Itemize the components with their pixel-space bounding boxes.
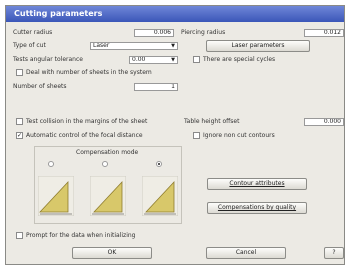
piercing-radius-label: Piercing radius (181, 29, 226, 36)
compensation-left-icon[interactable] (38, 176, 74, 216)
test-collision-label: Test collision in the margins of the she… (26, 118, 148, 125)
number-of-sheets-label: Number of sheets (13, 83, 67, 90)
compensation-center-icon[interactable] (90, 176, 126, 216)
table-height-offset-field[interactable]: 0.000 (304, 118, 344, 126)
chevron-down-icon: ▼ (171, 43, 175, 49)
ok-button[interactable]: OK (72, 247, 152, 259)
compensations-by-quality-button[interactable]: Compensations by quality (207, 202, 307, 214)
compensation-mode-label: Compensation mode (76, 149, 139, 156)
type-of-cut-label: Type of cut (13, 42, 46, 49)
ignore-non-cut-checkbox[interactable] (193, 132, 200, 139)
number-of-sheets-field[interactable]: 1 (134, 83, 178, 91)
compensation-radio-2[interactable] (102, 161, 108, 167)
cutter-radius-label: Cutter radius (13, 29, 53, 36)
tests-angular-tolerance-dropdown[interactable]: 0.00 ▼ (129, 56, 178, 64)
compensation-right-icon[interactable] (142, 176, 178, 216)
prompt-data-label: Prompt for the data when initializing (26, 232, 136, 239)
tests-angular-tolerance-value: 0.00 (132, 56, 146, 63)
help-button[interactable]: ? (324, 247, 344, 259)
chevron-down-icon: ▼ (171, 57, 175, 63)
cutter-radius-field[interactable]: 0.006 (134, 29, 174, 37)
piercing-radius-field[interactable]: 0.012 (304, 29, 344, 37)
cancel-button[interactable]: Cancel (206, 247, 286, 259)
type-of-cut-value: Laser (93, 42, 110, 49)
contour-attributes-button[interactable]: Contour attributes (207, 178, 307, 190)
compensation-radio-1[interactable] (48, 161, 54, 167)
title-bar: Cutting parameters (6, 6, 344, 22)
test-collision-checkbox[interactable] (16, 118, 23, 125)
type-of-cut-dropdown[interactable]: Laser ▼ (90, 42, 178, 50)
table-height-offset-label: Table height offset (184, 118, 240, 125)
special-cycles-label: There are special cycles (203, 56, 276, 63)
compensation-radio-3[interactable] (156, 161, 162, 167)
automatic-focal-checkbox[interactable]: ✓ (16, 132, 23, 139)
tests-angular-tolerance-label: Tests angular tolerance (13, 56, 83, 63)
laser-parameters-button[interactable]: Laser parameters (206, 40, 310, 52)
cutting-parameters-dialog: Cutting parameters Cutter radius 0.006 P… (5, 5, 345, 265)
special-cycles-checkbox[interactable] (193, 56, 200, 63)
deal-number-sheets-label: Deal with number of sheets in the system (26, 69, 152, 76)
prompt-data-checkbox[interactable] (16, 232, 23, 239)
dialog-title: Cutting parameters (14, 9, 103, 18)
automatic-focal-label: Automatic control of the focal distance (26, 132, 143, 139)
deal-number-sheets-checkbox[interactable] (16, 69, 23, 76)
ignore-non-cut-label: Ignore non cut contours (203, 132, 275, 139)
